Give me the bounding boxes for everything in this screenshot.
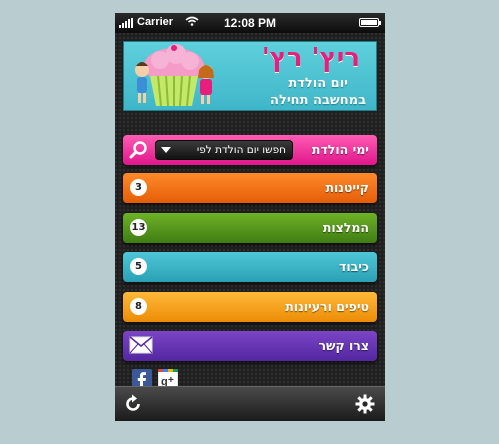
count-badge: 13: [130, 219, 147, 236]
birthdays-label: ימי הולדת: [311, 142, 369, 157]
svg-text:+: +: [168, 375, 174, 386]
battery-icon: [359, 18, 381, 27]
bottom-toolbar: [115, 386, 385, 421]
birthday-search-dropdown[interactable]: חפשו יום הולדת לפי: [155, 140, 293, 160]
status-time: 12:08 PM: [223, 16, 277, 30]
birthdays-row[interactable]: חפשו יום הולדת לפי ימי הולדת: [123, 135, 377, 165]
menu-item-label: המלצות: [322, 220, 369, 235]
count-badge: 8: [130, 298, 147, 315]
contact-row[interactable]: צרו קשר: [123, 331, 377, 361]
contact-label: צרו קשר: [318, 338, 369, 353]
gear-icon[interactable]: [355, 394, 375, 414]
refresh-icon[interactable]: [123, 394, 143, 414]
mail-icon: [129, 336, 153, 354]
main-content: ריץ' רץ' יום הולדת במחשבה תחילה חפשו יום…: [115, 33, 385, 389]
status-bar: Carrier 12:08 PM: [115, 13, 385, 33]
dropdown-arrow-icon: [161, 147, 171, 153]
dropdown-label: חפשו יום הולדת לפי: [196, 144, 286, 156]
banner-title: ריץ' רץ': [261, 43, 360, 73]
search-icon[interactable]: [129, 140, 149, 160]
cupcake-kids-illustration: [135, 44, 214, 107]
menu-item-camps[interactable]: 3 קייטנות: [123, 173, 377, 203]
phone-screen: Carrier 12:08 PM ריץ' רץ' יום הולדת במחש…: [115, 13, 385, 421]
menu-item-refreshments[interactable]: 5 כיבוד: [123, 252, 377, 282]
menu-item-tips[interactable]: 8 טיפים ורעיונות: [123, 292, 377, 322]
app-banner: ריץ' רץ' יום הולדת במחשבה תחילה: [123, 41, 377, 111]
menu-item-label: קייטנות: [325, 180, 369, 195]
menu-item-label: טיפים ורעיונות: [285, 299, 369, 314]
menu-item-label: כיבוד: [338, 259, 369, 274]
banner-subtitle-line2: במחשבה תחילה: [270, 93, 366, 108]
count-badge: 5: [130, 258, 147, 275]
banner-subtitle-line1: יום הולדת: [288, 76, 348, 91]
count-badge: 3: [130, 179, 147, 196]
menu-item-recommendations[interactable]: 13 המלצות: [123, 213, 377, 243]
